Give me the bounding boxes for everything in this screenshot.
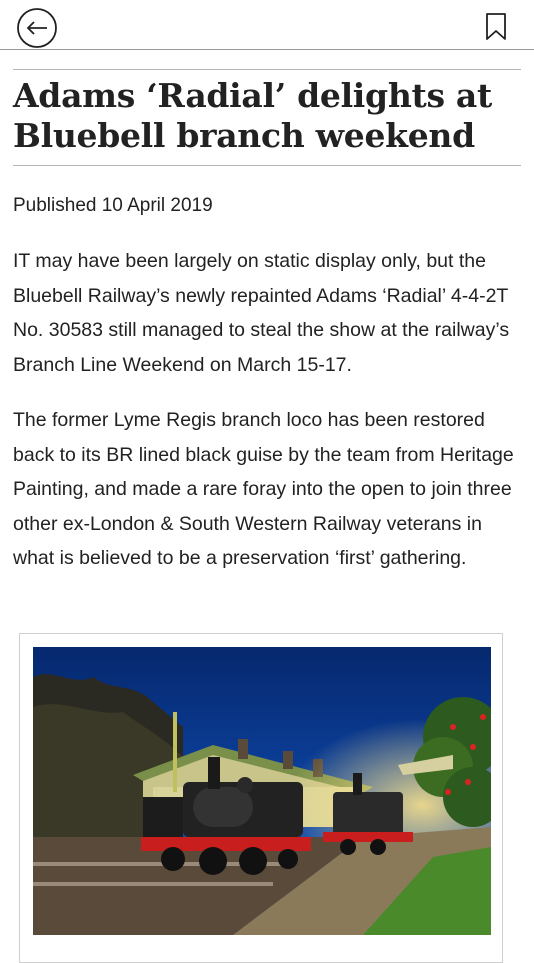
back-button[interactable] (16, 7, 58, 49)
article-photo[interactable] (33, 647, 491, 935)
bookmark-button[interactable] (484, 12, 508, 42)
title-bottom-rule (13, 165, 521, 166)
back-arrow-icon (17, 8, 57, 48)
article-figure (19, 633, 503, 963)
title-top-rule (13, 69, 521, 70)
article-paragraph-1: IT may have been largely on static displ… (13, 250, 510, 376)
bookmark-icon (486, 13, 506, 40)
steam-locomotive-photo (33, 647, 491, 935)
article-paragraph-2: The former Lyme Regis branch loco has be… (13, 409, 514, 569)
published-date: Published 10 April 2019 (13, 195, 213, 216)
top-bar (0, 0, 534, 50)
article-title: Adams ‘Radial’ delights at Bluebell bran… (13, 76, 492, 155)
